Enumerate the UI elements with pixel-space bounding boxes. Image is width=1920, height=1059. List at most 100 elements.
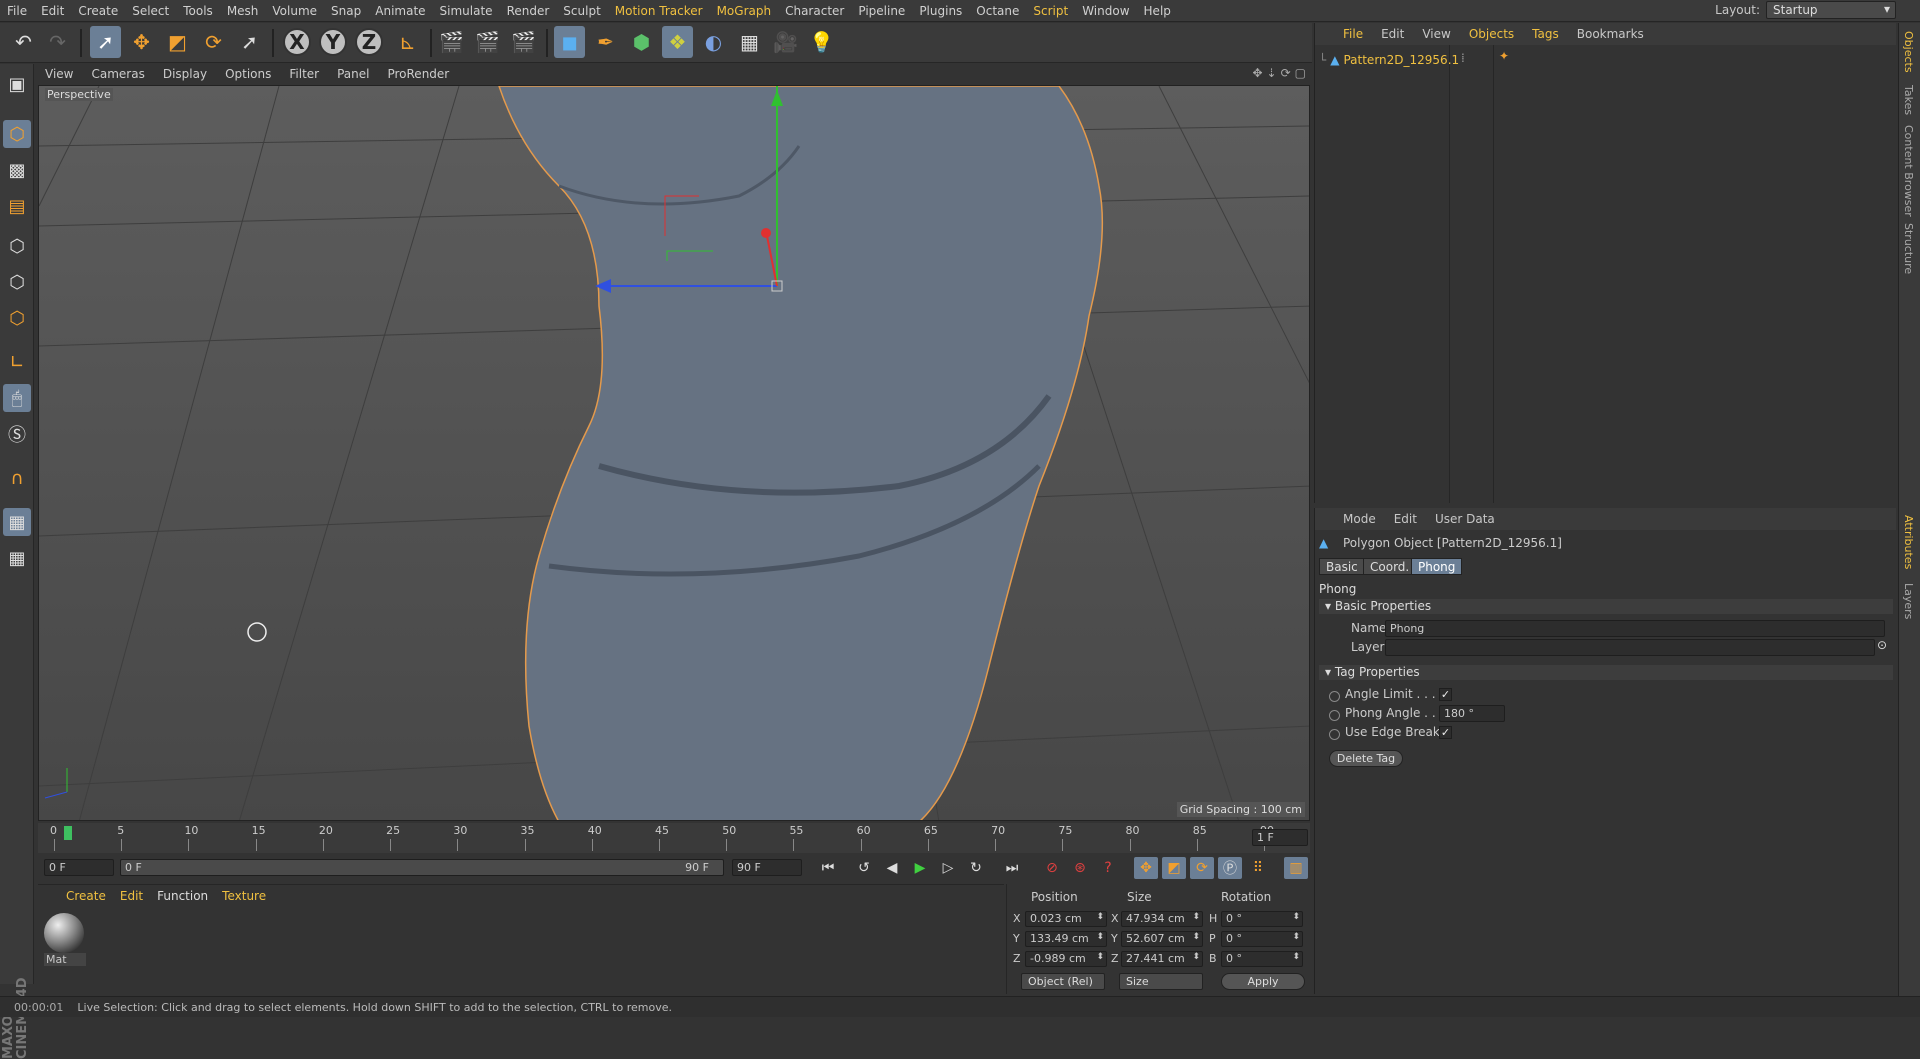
menu-snap[interactable]: Snap [324,4,368,18]
cube-primitive-icon[interactable]: ◼ [554,26,585,58]
solo-mode-icon[interactable]: Ⓢ [3,420,31,448]
snapping-icon[interactable]: ∩ [3,464,31,492]
viewport-menu-options[interactable]: Options [216,67,280,81]
recent-tool-icon[interactable]: ➚ [234,26,265,58]
move-view-icon[interactable]: ✥ [1252,66,1262,80]
points-mode-icon[interactable]: ⬡ [3,232,31,260]
floor-icon[interactable]: ▦ [734,26,765,58]
use-edge-breaks-checkbox[interactable]: ✓ [1439,726,1452,739]
size-z-field[interactable]: 27.441 cm [1121,951,1203,967]
subdivision-surface-icon[interactable]: ⬢ [626,26,657,58]
objects-menu-tags[interactable]: Tags [1532,27,1559,41]
menu-help[interactable]: Help [1137,4,1178,18]
menu-render[interactable]: Render [500,4,557,18]
menu-animate[interactable]: Animate [368,4,432,18]
attributes-menu-user-data[interactable]: User Data [1435,512,1495,526]
dolly-view-icon[interactable]: ⇣ [1267,66,1277,80]
tab-structure[interactable]: Structure [1902,223,1915,274]
menu-tools[interactable]: Tools [176,4,220,18]
tab-phong[interactable]: Phong [1411,558,1463,575]
record-active-objects-icon[interactable]: ⊘ [1040,857,1064,879]
material-menu-texture[interactable]: Texture [222,889,266,903]
coordinate-system-icon[interactable]: ⊾ [392,26,423,58]
y-axis-lock-icon[interactable]: Y [319,28,347,56]
tab-coord[interactable]: Coord. [1363,558,1417,575]
viewport-menu-prorender[interactable]: ProRender [378,67,458,81]
material-menu-function[interactable]: Function [157,889,208,903]
previous-frame-icon[interactable]: ◀ [880,857,904,879]
phong-angle-animate-icon[interactable] [1329,710,1340,721]
name-input[interactable]: Phong [1385,620,1885,637]
undo-icon[interactable]: ↶ [8,26,39,58]
phong-tag-icon[interactable]: ✦ [1499,49,1509,63]
angle-limit-animate-icon[interactable] [1329,691,1340,702]
menu-octane[interactable]: Octane [969,4,1026,18]
playhead[interactable] [64,826,72,840]
apply-button[interactable]: Apply [1221,973,1305,990]
menu-file[interactable]: File [0,4,34,18]
render-view-icon[interactable]: 🎬 [436,26,467,58]
size-y-field[interactable]: 52.607 cm [1121,931,1203,947]
maximize-view-icon[interactable]: ▢ [1295,66,1306,80]
viewport-menu-panel[interactable]: Panel [328,67,378,81]
angle-limit-checkbox[interactable]: ✓ [1439,688,1452,701]
x-axis-lock-icon[interactable]: X [283,28,311,56]
current-frame-field[interactable]: 1 F [1252,829,1308,846]
objects-menu-view[interactable]: View [1422,27,1450,41]
size-mode-dropdown[interactable]: Size [1119,973,1203,990]
menu-character[interactable]: Character [778,4,851,18]
cloner-icon[interactable]: ❖ [662,26,693,58]
layer-pick-icon[interactable]: ⊙ [1877,638,1887,652]
locked-workplane-icon[interactable]: ▦ [3,508,31,536]
pen-spline-icon[interactable]: ✒ [590,26,621,58]
start-frame-field[interactable]: 0 F [44,859,114,876]
position-y-field[interactable]: 133.49 cm [1025,931,1107,947]
visibility-toggle-icon[interactable]: ⁞ [1461,51,1465,65]
go-to-end-icon[interactable]: ⏭ [1000,857,1024,879]
menu-mograph[interactable]: MoGraph [710,4,779,18]
material-menu-create[interactable]: Create [66,889,106,903]
axis-mode-icon[interactable]: ∟ [3,348,31,376]
previous-key-icon[interactable]: ↺ [852,857,876,879]
menu-edit[interactable]: Edit [34,4,71,18]
menu-volume[interactable]: Volume [265,4,324,18]
layer-field[interactable] [1385,639,1875,656]
material-item[interactable]: Mat [44,913,86,967]
objects-menu-bookmarks[interactable]: Bookmarks [1577,27,1644,41]
menu-create[interactable]: Create [71,4,125,18]
texture-mode-icon[interactable]: ▩ [3,156,31,184]
objects-menu-objects[interactable]: Objects [1469,27,1514,41]
menu-pipeline[interactable]: Pipeline [851,4,912,18]
timeline-ruler[interactable]: 051015202530354045505560657075808590 1 F [38,823,1310,853]
menu-window[interactable]: Window [1075,4,1136,18]
planar-workplane-icon[interactable]: ▦ [3,544,31,572]
viewport-menu-view[interactable]: View [36,67,82,81]
move-icon[interactable]: ✥ [126,26,157,58]
polygons-mode-icon[interactable]: ⬡ [3,304,31,332]
scale-icon[interactable]: ◩ [162,26,193,58]
key-scale-icon[interactable]: ◩ [1162,857,1186,879]
attributes-menu-mode[interactable]: Mode [1343,512,1376,526]
render-settings-icon[interactable]: 🎬 [508,26,539,58]
tag-properties-group[interactable]: ▾ Tag Properties [1319,665,1893,680]
next-key-icon[interactable]: ↻ [964,857,988,879]
render-picture-viewer-icon[interactable]: 🎬 [472,26,503,58]
material-menu-edit[interactable]: Edit [120,889,143,903]
position-z-field[interactable]: -0.989 cm [1025,951,1107,967]
rotate-icon[interactable]: ⟳ [198,26,229,58]
workplane-mode-icon[interactable]: ▤ [3,192,31,220]
live-selection-icon[interactable]: ➚ [90,26,121,58]
menu-plugins[interactable]: Plugins [912,4,969,18]
object-row[interactable]: └ ▲ Pattern2D_12956.1 [1319,51,1459,69]
key-parameter-icon[interactable]: Ⓟ [1218,857,1242,879]
light-icon[interactable]: 💡 [806,26,837,58]
deformer-icon[interactable]: ◐ [698,26,729,58]
size-x-field[interactable]: 47.934 cm [1121,911,1203,927]
layout-dropdown[interactable]: Startup [1766,1,1896,19]
next-frame-icon[interactable]: ▷ [936,857,960,879]
viewport-menu-cameras[interactable]: Cameras [82,67,153,81]
rotation-h-field[interactable]: 0 ° [1221,911,1303,927]
tweak-mode-icon[interactable]: 🖱 [3,384,31,412]
end-frame-field[interactable]: 90 F [732,859,802,876]
rotation-b-field[interactable]: 0 ° [1221,951,1303,967]
